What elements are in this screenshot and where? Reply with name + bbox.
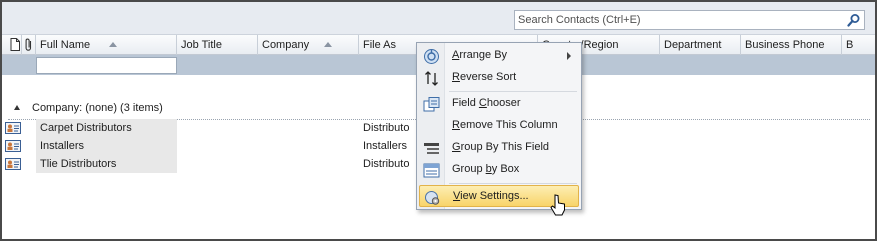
- field-chooser-icon: [423, 97, 440, 112]
- file-as-cell: Distributo: [363, 122, 410, 134]
- column-header-overflow[interactable]: B: [842, 35, 856, 55]
- menu-item-label: View Settings...: [453, 190, 529, 202]
- column-header-full-name[interactable]: Full Name: [36, 35, 177, 55]
- full-name-cell: Installers: [36, 137, 177, 155]
- menu-item-reverse-sort[interactable]: Reverse Sort: [419, 67, 579, 89]
- column-header-icon[interactable]: [2, 35, 22, 55]
- column-header-attachment[interactable]: [22, 35, 36, 55]
- column-header-label: Company: [262, 39, 310, 51]
- file-as-cell: Installers: [363, 140, 408, 152]
- menu-item-group-by-box[interactable]: Group by Box: [419, 159, 579, 181]
- full-name-cell: Tlie Distributors: [36, 155, 177, 173]
- column-header-company[interactable]: Company: [258, 35, 359, 55]
- search-box[interactable]: [514, 10, 865, 30]
- column-header-label: File As: [363, 39, 397, 51]
- menu-item-label: Group by Box: [452, 163, 520, 175]
- column-header-business-phone[interactable]: Business Phone: [741, 35, 842, 55]
- document-icon: [10, 38, 20, 51]
- menu-item-field-chooser[interactable]: Field Chooser: [419, 93, 579, 115]
- paperclip-icon: [25, 38, 32, 51]
- menu-item-label: Group By This Field: [452, 141, 550, 153]
- menu-item-remove-this-column[interactable]: Remove This Column: [419, 115, 579, 137]
- column-header-department[interactable]: Department: [660, 35, 741, 55]
- contact-card-icon: [5, 158, 21, 170]
- search-bar: [2, 2, 875, 35]
- column-header-label: Business Phone: [745, 39, 825, 51]
- full-name-filter-input[interactable]: [36, 57, 177, 74]
- menu-item-arrange-by[interactable]: Arrange By: [419, 45, 579, 67]
- menu-item-group-by-this-field[interactable]: Group By This Field: [419, 137, 579, 159]
- menu-separator: [449, 91, 577, 92]
- submenu-arrow-icon: [567, 52, 571, 60]
- column-header-label: B: [846, 39, 854, 51]
- column-header-label: Job Title: [181, 39, 222, 51]
- arrange-by-icon: [424, 49, 439, 64]
- search-icon[interactable]: [847, 13, 861, 27]
- collapse-triangle-icon[interactable]: [14, 105, 20, 110]
- menu-item-label: Arrange By: [452, 49, 508, 61]
- column-header-label: Department: [664, 39, 722, 51]
- contacts-view: Full Name Job Title Company File As Coun…: [0, 0, 877, 241]
- column-header-label: Full Name: [40, 39, 91, 51]
- contact-card-icon: [5, 140, 21, 152]
- view-settings-icon: [425, 191, 440, 205]
- column-header-job-title[interactable]: Job Title: [177, 35, 258, 55]
- sort-ascending-icon: [109, 42, 117, 47]
- group-by-field-icon: [424, 143, 439, 154]
- file-as-cell: Distributo: [363, 158, 410, 170]
- sort-ascending-icon: [324, 42, 332, 47]
- menu-item-label: Field Chooser: [452, 97, 521, 109]
- full-name-cell: Carpet Distributors: [36, 119, 177, 137]
- column-context-menu: Arrange By Reverse Sort Field Chooser Re…: [416, 42, 582, 210]
- menu-item-label: Remove This Column: [452, 119, 558, 131]
- mouse-pointer-icon: [550, 194, 565, 216]
- reverse-sort-icon: [425, 71, 438, 86]
- group-by-box-icon: [423, 163, 440, 178]
- search-input[interactable]: [515, 11, 841, 29]
- contact-card-icon: [5, 122, 21, 134]
- group-label: Company: (none) (3 items): [32, 102, 163, 114]
- menu-item-label: Reverse Sort: [452, 71, 517, 83]
- menu-separator: [449, 183, 577, 184]
